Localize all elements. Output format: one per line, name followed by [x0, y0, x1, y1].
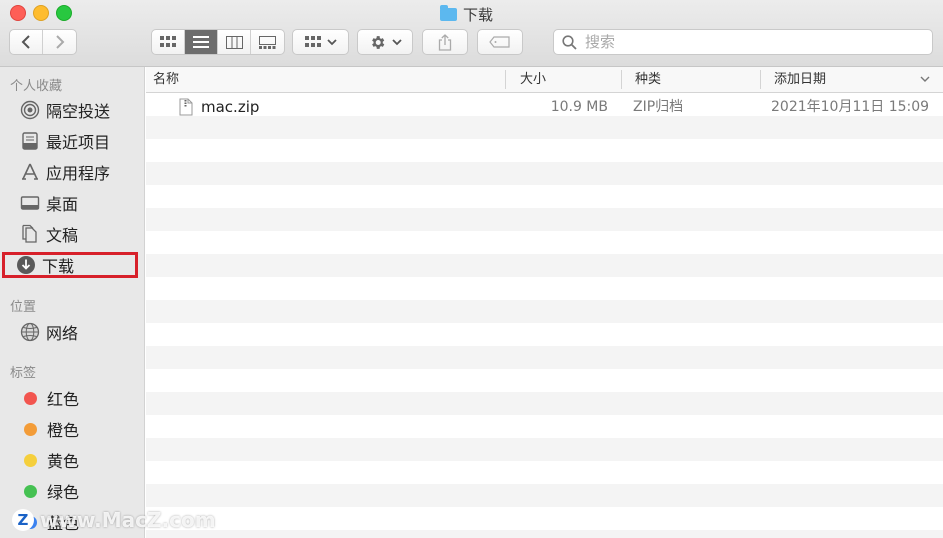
chevron-right-icon: [55, 35, 64, 49]
sidebar-item-documents[interactable]: 文稿: [6, 221, 136, 247]
gallery-view-button[interactable]: [251, 30, 284, 54]
sidebar-item-desktop[interactable]: 桌面: [6, 190, 136, 216]
file-kind: ZIP归档: [633, 99, 684, 115]
gallery-icon: [259, 35, 276, 49]
applications-icon: [22, 163, 38, 180]
airdrop-icon: [20, 100, 40, 120]
column-divider[interactable]: [621, 70, 622, 89]
grid-icon: [160, 36, 176, 47]
sidebar-item-label: 桌面: [46, 195, 79, 214]
watermark: Z www.MacZ.com: [12, 508, 216, 532]
sidebar-section-tags: 标签: [10, 366, 37, 381]
chevron-left-icon: [21, 35, 30, 49]
chevron-down-icon: [326, 38, 337, 45]
sidebar-item-label: 文稿: [46, 226, 79, 245]
file-date-added: 2021年10月11日 15:09: [771, 99, 930, 115]
column-divider[interactable]: [760, 70, 761, 89]
network-globe-icon: [20, 322, 40, 342]
navigation-buttons: [9, 29, 77, 55]
search-input[interactable]: [583, 32, 887, 52]
downloads-icon: [17, 256, 35, 274]
sidebar-item-label: 隔空投送: [46, 102, 111, 121]
sidebar-item-label: 绿色: [47, 483, 80, 502]
sidebar-section-favorites: 个人收藏: [10, 79, 63, 94]
column-header-name[interactable]: 名称: [153, 67, 179, 92]
green-tag-dot-icon: [24, 484, 37, 498]
back-button[interactable]: [10, 30, 43, 54]
minimize-window-button[interactable]: [33, 5, 49, 21]
sidebar-item-recents[interactable]: 最近项目: [6, 128, 136, 154]
sidebar-item-label: 应用程序: [46, 164, 111, 183]
sidebar: 个人收藏 隔空投送 最近项目 应用程序 桌面 文稿 下载 位置 网络 标签 红色…: [0, 67, 145, 538]
sidebar-tag-green[interactable]: 绿色: [6, 478, 136, 504]
sidebar-item-label: 下载: [42, 257, 75, 276]
list-view-button[interactable]: [185, 30, 218, 54]
watermark-text: www.MacZ.com: [40, 508, 216, 532]
sidebar-tag-orange[interactable]: 橙色: [6, 416, 136, 442]
column-header-date-added[interactable]: 添加日期: [774, 67, 826, 92]
tag-icon: [489, 36, 510, 48]
desktop-icon: [20, 196, 40, 210]
window-title-text: 下载: [463, 5, 494, 24]
share-button[interactable]: [422, 29, 468, 55]
red-tag-dot-icon: [24, 391, 37, 405]
file-size: 10.9 MB: [550, 99, 608, 115]
sidebar-item-airdrop[interactable]: 隔空投送: [6, 97, 136, 123]
orange-tag-dot-icon: [24, 422, 37, 436]
watermark-logo-icon: Z: [12, 509, 34, 531]
zoom-window-button[interactable]: [56, 5, 72, 21]
recents-icon: [22, 132, 38, 150]
table-row[interactable]: mac.zip 10.9 MB ZIP归档 2021年10月11日 15:09: [146, 96, 943, 119]
sidebar-item-network[interactable]: 网络: [6, 319, 136, 345]
file-name: mac.zip: [201, 98, 260, 116]
gear-icon: [371, 35, 384, 49]
sidebar-item-applications[interactable]: 应用程序: [6, 159, 136, 185]
documents-icon: [22, 224, 37, 243]
icon-view-button[interactable]: [152, 30, 185, 54]
sidebar-item-label: 橙色: [47, 421, 80, 440]
sidebar-item-downloads[interactable]: 下载: [2, 252, 138, 278]
sidebar-item-label: 黄色: [47, 452, 80, 471]
column-header-kind[interactable]: 种类: [635, 67, 661, 92]
forward-button[interactable]: [43, 30, 76, 54]
group-by-button[interactable]: [292, 29, 349, 55]
window-title: 下载: [440, 4, 493, 24]
sidebar-item-label: 网络: [46, 324, 79, 343]
sort-chevron-down-icon[interactable]: [920, 76, 930, 83]
finder-window: 下载 搜索 个人收藏 隔空投送 最近项目 应用程序 桌面 文稿 下载 位置 网络…: [0, 0, 943, 538]
share-icon: [438, 33, 452, 51]
close-window-button[interactable]: [10, 5, 26, 21]
search-field[interactable]: [553, 29, 933, 55]
zip-file-icon: [179, 98, 193, 116]
column-view-button[interactable]: [218, 30, 251, 54]
columns-icon: [225, 35, 243, 49]
sidebar-item-label: 最近项目: [46, 133, 111, 152]
column-header-size[interactable]: 大小: [520, 67, 546, 92]
folder-icon: [440, 4, 457, 21]
action-menu-button[interactable]: [357, 29, 413, 55]
sidebar-tag-red[interactable]: 红色: [6, 385, 136, 411]
view-mode-control: [151, 29, 285, 55]
toolbar: 下载: [0, 0, 943, 67]
file-rows: mac.zip 10.9 MB ZIP归档 2021年10月11日 15:09: [146, 93, 943, 538]
sidebar-item-label: 红色: [47, 390, 80, 409]
chevron-down-icon: [391, 38, 402, 45]
sidebar-tag-yellow[interactable]: 黄色: [6, 447, 136, 473]
group-grid-icon: [304, 36, 321, 47]
edit-tags-button[interactable]: [477, 29, 523, 55]
column-divider[interactable]: [505, 70, 506, 89]
file-list: 名称 大小 种类 添加日期 mac.zip 10.9 MB ZIP归档 2021…: [146, 67, 943, 538]
list-icon: [193, 36, 209, 48]
search-icon: [562, 34, 577, 50]
yellow-tag-dot-icon: [24, 453, 37, 467]
sidebar-section-locations: 位置: [10, 300, 37, 315]
column-header-row: 名称 大小 种类 添加日期: [146, 67, 943, 93]
